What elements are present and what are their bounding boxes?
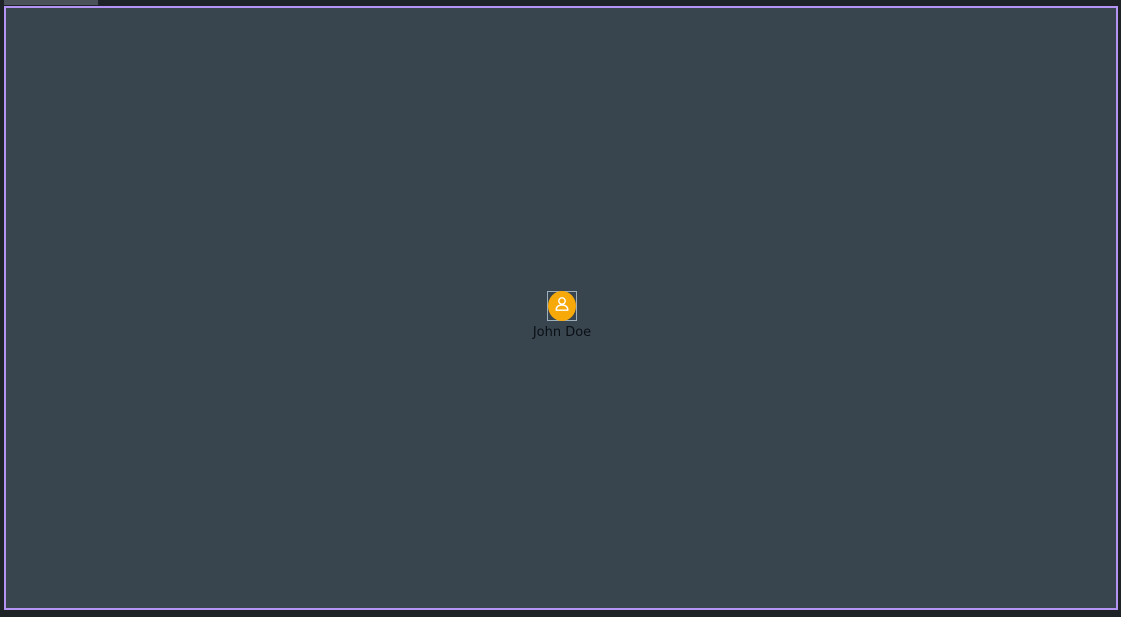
avatar[interactable]	[548, 291, 576, 321]
user-node[interactable]: John Doe	[530, 291, 594, 340]
avatar-selection-frame[interactable]	[547, 291, 577, 321]
top-tab[interactable]	[4, 0, 98, 5]
diagram-canvas[interactable]: John Doe	[4, 6, 1118, 610]
user-icon	[553, 295, 571, 317]
app-root: John Doe	[0, 0, 1121, 617]
user-name-label: John Doe	[532, 325, 592, 340]
